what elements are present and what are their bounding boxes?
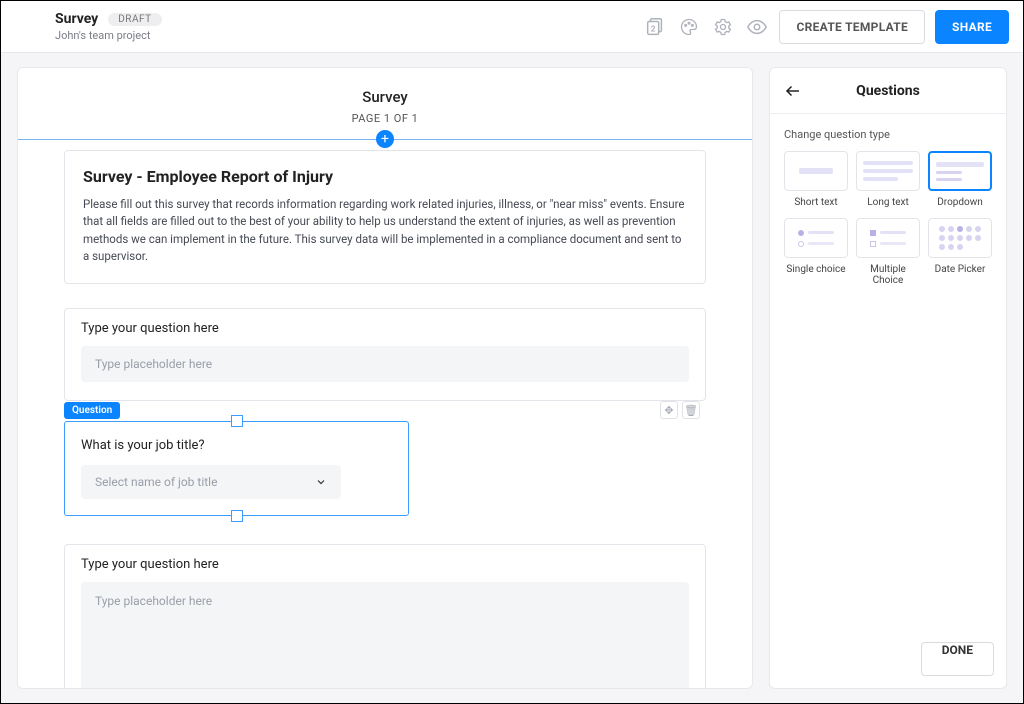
preview-icon[interactable] [745, 15, 769, 39]
type-multiple-choice[interactable]: Multiple Choice [856, 218, 920, 286]
top-bar: Survey DRAFT John's team project 2 [1, 1, 1023, 53]
type-label: Dropdown [928, 197, 992, 208]
resize-handle-top[interactable] [231, 415, 243, 427]
survey-canvas: Survey PAGE 1 OF 1 + Survey - Employee R… [17, 67, 753, 689]
questions-panel: Questions Change question type Short tex… [769, 67, 1007, 689]
question-block[interactable]: Type your question here Type placeholder… [64, 544, 706, 689]
panel-title: Questions [856, 83, 920, 99]
question-prompt: Type your question here [81, 321, 689, 336]
question-block[interactable]: Type your question here Type placeholder… [64, 308, 706, 401]
done-button[interactable]: DONE [921, 642, 994, 676]
resize-handle-bottom[interactable] [231, 510, 243, 522]
share-button[interactable]: SHARE [935, 10, 1009, 44]
type-label: Single choice [784, 264, 848, 275]
back-icon[interactable] [784, 82, 802, 100]
gear-icon[interactable] [711, 15, 735, 39]
placeholder-input[interactable]: Type placeholder here [81, 346, 689, 382]
add-section-button[interactable]: + [376, 130, 394, 148]
type-label: Date Picker [928, 264, 992, 275]
type-label: Multiple Choice [856, 264, 920, 286]
panel-subtitle: Change question type [784, 128, 992, 141]
dropdown-field[interactable]: Select name of job title [81, 465, 341, 499]
question-tag: Question [64, 402, 120, 419]
intro-heading: Survey - Employee Report of Injury [83, 167, 687, 186]
delete-icon[interactable]: 🗑 [682, 401, 700, 419]
placeholder-textarea[interactable]: Type placeholder here [81, 582, 689, 689]
dropdown-placeholder: Select name of job title [95, 475, 217, 489]
status-badge: DRAFT [108, 13, 161, 26]
page-counter: PAGE 1 OF 1 [48, 112, 722, 125]
question-selected[interactable]: Question ✥ 🗑 What is your job title? Sel… [64, 421, 706, 516]
palette-icon[interactable] [677, 15, 701, 39]
svg-text:2: 2 [651, 24, 656, 34]
move-icon[interactable]: ✥ [660, 401, 678, 419]
canvas-title: Survey [48, 88, 722, 106]
pages-icon[interactable]: 2 [643, 15, 667, 39]
chevron-down-icon [315, 476, 327, 488]
question-prompt: Type your question here [81, 557, 689, 572]
question-prompt: What is your job title? [81, 438, 392, 453]
type-short-text[interactable]: Short text [784, 151, 848, 208]
intro-body: Please fill out this survey that records… [83, 196, 687, 265]
type-label: Long text [856, 197, 920, 208]
type-dropdown[interactable]: Dropdown [928, 151, 992, 208]
type-label: Short text [784, 197, 848, 208]
type-long-text[interactable]: Long text [856, 151, 920, 208]
type-single-choice[interactable]: Single choice [784, 218, 848, 286]
project-subtitle: John's team project [55, 29, 162, 42]
create-template-button[interactable]: CREATE TEMPLATE [779, 10, 925, 44]
type-date-picker[interactable]: Date Picker [928, 218, 992, 286]
intro-card[interactable]: Survey - Employee Report of Injury Pleas… [64, 150, 706, 284]
project-title: Survey [55, 11, 98, 27]
